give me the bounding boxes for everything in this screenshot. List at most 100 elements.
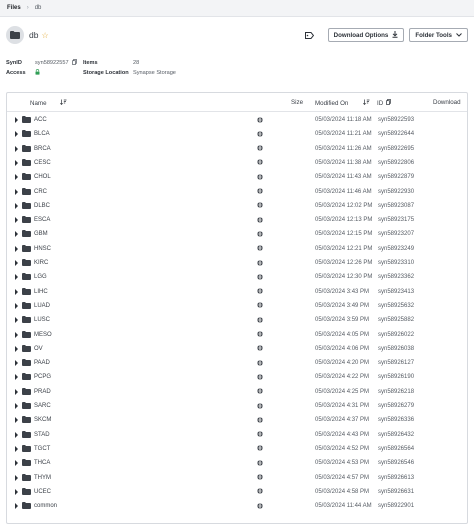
expand-caret-icon[interactable] <box>15 431 18 438</box>
table-row[interactable]: GBM 05/03/2024 12:15 PM syn58923207 <box>7 227 467 241</box>
folder-name-link[interactable]: BRCA <box>34 146 51 152</box>
folder-name-link[interactable]: LIHC <box>34 289 48 295</box>
expand-caret-icon[interactable] <box>15 474 18 481</box>
expand-caret-icon[interactable] <box>15 245 18 252</box>
expand-caret-icon[interactable] <box>15 260 18 266</box>
name-column-header[interactable]: Name <box>30 99 67 107</box>
folder-name-link[interactable]: LUAD <box>34 303 50 309</box>
folder-name-link[interactable]: SARC <box>34 403 51 409</box>
folder-name-link[interactable]: ACC <box>34 117 47 123</box>
folder-name-link[interactable]: TGCT <box>34 446 50 452</box>
folder-name-link[interactable]: LGG <box>34 274 47 280</box>
expand-caret-icon[interactable] <box>15 202 18 209</box>
folder-name-link[interactable]: DLBC <box>34 203 50 209</box>
table-row[interactable]: SARC 05/03/2024 4:31 PM syn58926279 <box>7 399 467 413</box>
table-row[interactable]: THYM 05/03/2024 4:57 PM syn58926613 <box>7 471 467 485</box>
folder-name-link[interactable]: ESCA <box>34 217 50 223</box>
copy-icon[interactable] <box>71 59 77 67</box>
folder-name-link[interactable]: PRAD <box>34 389 51 395</box>
table-row[interactable]: PCPG 05/03/2024 4:22 PM syn58926190 <box>7 370 467 384</box>
modified-column-header[interactable]: Modified On <box>315 99 370 107</box>
table-row[interactable]: CESC 05/03/2024 11:38 AM syn58922806 <box>7 156 467 170</box>
expand-caret-icon[interactable] <box>15 331 18 338</box>
table-row[interactable]: LUAD 05/03/2024 3:49 PM syn58925632 <box>7 299 467 313</box>
table-row[interactable]: ESCA 05/03/2024 12:13 PM syn58923175 <box>7 213 467 227</box>
expand-caret-icon[interactable] <box>15 388 18 395</box>
modified-on-cell: 05/03/2024 4:58 PM <box>315 488 370 495</box>
folder-name-link[interactable]: OV <box>34 346 43 352</box>
folder-name-link[interactable]: MESO <box>34 332 52 338</box>
id-cell: syn58926564 <box>378 445 415 452</box>
folder-name-link[interactable]: GBM <box>34 231 48 237</box>
expand-caret-icon[interactable] <box>15 302 18 309</box>
table-row[interactable]: SKCM 05/03/2024 4:37 PM syn58926336 <box>7 413 467 427</box>
table-row[interactable]: TGCT 05/03/2024 4:52 PM syn58926564 <box>7 442 467 456</box>
folder-name-link[interactable]: BLCA <box>34 131 50 137</box>
copy-icon[interactable] <box>386 99 392 107</box>
favorite-star-icon[interactable]: ☆ <box>41 31 48 40</box>
expand-caret-icon[interactable] <box>15 159 18 166</box>
folder-name-link[interactable]: LUSC <box>34 317 50 323</box>
expand-caret-icon[interactable] <box>15 360 18 367</box>
expand-caret-icon[interactable] <box>15 174 18 181</box>
download-options-button[interactable]: Download Options <box>327 28 405 42</box>
folder-name-link[interactable]: UCEC <box>34 489 51 495</box>
expand-caret-icon[interactable] <box>15 488 18 495</box>
expand-caret-icon[interactable] <box>15 274 18 281</box>
expand-caret-icon[interactable] <box>15 403 18 409</box>
expand-caret-icon[interactable] <box>15 417 18 424</box>
folder-name-link[interactable]: HNSC <box>34 246 51 252</box>
table-row[interactable]: PRAD 05/03/2024 4:25 PM syn58926218 <box>7 385 467 399</box>
expand-caret-icon[interactable] <box>15 317 18 324</box>
expand-caret-icon[interactable] <box>15 188 18 195</box>
expand-caret-icon[interactable] <box>15 374 18 381</box>
expand-caret-icon[interactable] <box>15 503 18 510</box>
folder-name-link[interactable]: SKCM <box>34 417 51 423</box>
table-row[interactable]: OV 05/03/2024 4:06 PM syn58926038 <box>7 342 467 356</box>
folder-name-link[interactable]: CRC <box>34 189 47 195</box>
expand-caret-icon[interactable] <box>15 131 18 138</box>
table-row[interactable]: MESO 05/03/2024 4:05 PM syn58926022 <box>7 328 467 342</box>
expand-caret-icon[interactable] <box>15 345 18 352</box>
expand-caret-icon[interactable] <box>15 460 18 467</box>
folder-name-link[interactable]: CHOL <box>34 174 51 180</box>
table-row[interactable]: DLBC 05/03/2024 12:02 PM syn58923087 <box>7 199 467 213</box>
table-row[interactable]: ACC 05/03/2024 11:18 AM syn58922593 <box>7 113 467 127</box>
table-row[interactable]: STAD 05/03/2024 4:43 PM syn58926432 <box>7 428 467 442</box>
table-row[interactable]: PAAD 05/03/2024 4:20 PM syn58926127 <box>7 356 467 370</box>
expand-caret-icon[interactable] <box>15 445 18 452</box>
expand-caret-icon[interactable] <box>15 145 18 152</box>
folder-name-link[interactable]: PCPG <box>34 374 51 380</box>
breadcrumb-files-link[interactable]: Files <box>7 5 21 11</box>
folder-name-link[interactable]: common <box>34 503 57 509</box>
table-row[interactable]: common 05/03/2024 11:44 AM syn58922901 <box>7 499 467 513</box>
modified-on-cell: 05/03/2024 4:57 PM <box>315 474 370 481</box>
table-row[interactable]: THCA 05/03/2024 4:53 PM syn58926546 <box>7 456 467 470</box>
expand-caret-icon[interactable] <box>15 117 18 123</box>
folder-name-link[interactable]: THCA <box>34 460 50 466</box>
access-lock-icon[interactable] <box>35 69 40 77</box>
folder-tools-button[interactable]: Folder Tools <box>409 28 468 42</box>
table-row[interactable]: BLCA 05/03/2024 11:21 AM syn58922644 <box>7 127 467 141</box>
folder-icon <box>22 144 31 152</box>
table-row[interactable]: CRC 05/03/2024 11:46 AM syn58922930 <box>7 185 467 199</box>
annotations-tag-icon[interactable] <box>303 28 317 42</box>
table-row[interactable]: UCEC 05/03/2024 4:58 PM syn58926631 <box>7 485 467 499</box>
folder-name-link[interactable]: STAD <box>34 432 50 438</box>
table-row[interactable]: BRCA 05/03/2024 11:26 AM syn58922695 <box>7 142 467 156</box>
folder-name-link[interactable]: THYM <box>34 475 51 481</box>
sort-icon[interactable] <box>363 99 370 107</box>
table-row[interactable]: LUSC 05/03/2024 3:59 PM syn58925882 <box>7 313 467 327</box>
expand-caret-icon[interactable] <box>15 231 18 238</box>
table-row[interactable]: LGG 05/03/2024 12:30 PM syn58923362 <box>7 270 467 284</box>
folder-name-link[interactable]: CESC <box>34 160 51 166</box>
sort-icon[interactable] <box>59 99 67 107</box>
table-row[interactable]: HNSC 05/03/2024 12:21 PM syn58923249 <box>7 242 467 256</box>
table-row[interactable]: LIHC 05/03/2024 3:43 PM syn58923413 <box>7 285 467 299</box>
folder-name-link[interactable]: PAAD <box>34 360 50 366</box>
expand-caret-icon[interactable] <box>15 217 18 224</box>
expand-caret-icon[interactable] <box>15 288 18 295</box>
table-row[interactable]: CHOL 05/03/2024 11:43 AM syn58922879 <box>7 170 467 184</box>
table-row[interactable]: KIRC 05/03/2024 12:26 PM syn58923310 <box>7 256 467 270</box>
folder-name-link[interactable]: KIRC <box>34 260 48 266</box>
